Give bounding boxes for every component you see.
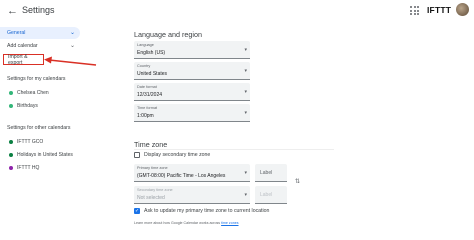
swap-icon[interactable]: ⇅ [295,178,300,185]
dropdown-arrow-icon: ▾ [244,170,247,176]
secondary-timezone-select[interactable]: Secondary time zone Not selected ▾ [134,186,250,204]
annotation-arrow-icon [44,56,97,66]
page-title: Settings [22,5,55,15]
input-placeholder: Label [260,170,273,176]
dropdown-arrow-icon: ▾ [244,89,247,95]
language-select[interactable]: Language English (US) ▾ [134,41,250,59]
checkbox-icon[interactable] [134,152,140,158]
my-calendars-heading: Settings for my calendars [7,76,66,82]
other-calendars-heading: Settings for other calendars [7,125,71,131]
dropdown-arrow-icon: ▾ [244,110,247,116]
input-placeholder: Label [260,192,273,198]
calendar-color-dot [9,91,13,95]
sidebar-item-general[interactable]: General ⌄ [0,27,80,39]
field-value: United States [137,70,168,77]
primary-timezone-select[interactable]: Primary time zone (GMT-08:00) Pacific Ti… [134,164,250,182]
calendar-color-dot [9,153,13,157]
brand-logo: IFTTT [427,5,452,15]
calendar-name: IFTTT HQ [17,165,40,171]
sidebar-item-label: Add calendar [7,43,38,49]
time-zones-link[interactable]: time zones [221,221,238,225]
learn-more-prefix: Learn more about how Google Calendar wor… [134,221,222,225]
checkbox-label: Ask to update my primary time zone to cu… [144,208,270,214]
primary-timezone-label-input[interactable]: Label [255,164,287,182]
secondary-timezone-label-input[interactable]: Label [255,186,287,204]
field-label: Primary time zone [137,166,168,170]
grid-icon[interactable] [410,6,419,15]
sidebar-item-import-export[interactable]: Import & export [3,53,44,66]
field-label: Language [137,43,154,47]
sidebar-item-label: General [7,30,26,36]
field-label: Date format [137,85,157,89]
date-format-select[interactable]: Date format 12/31/2024 ▾ [134,83,250,101]
secondary-timezone-checkbox[interactable]: Display secondary time zone [134,152,210,158]
dropdown-arrow-icon: ▾ [244,192,247,198]
time-format-select[interactable]: Time format 1:00pm ▾ [134,104,250,122]
chevron-down-icon: ⌄ [69,43,75,49]
section-title-language: Language and region [134,30,202,39]
sidebar-item-add-calendar[interactable]: Add calendar ⌄ [0,40,80,52]
field-label: Time format [137,106,158,110]
field-value: (GMT-08:00) Pacific Time - Los Angeles [137,172,226,179]
top-bar: ← Settings IFTTT [0,0,474,24]
calendar-name: IFTTT GCO [17,139,44,145]
country-select[interactable]: Country United States ▾ [134,62,250,80]
calendar-name: Holidays in United States [17,152,73,158]
calendar-color-dot [9,166,13,170]
checkbox-checked-icon[interactable]: ✓ [134,208,140,214]
checkbox-label: Display secondary time zone [144,152,211,158]
dropdown-arrow-icon: ▾ [244,68,247,74]
field-value: 1:00pm [137,112,154,119]
calendar-item[interactable]: Chelsea Chen [9,90,49,96]
learn-more-text: Learn more about how Google Calendar wor… [134,221,239,225]
calendar-item[interactable]: Holidays in United States [9,152,73,158]
chevron-down-icon: ⌄ [69,30,75,36]
field-label: Secondary time zone [137,188,173,192]
field-value: English (US) [137,49,166,56]
section-title-timezone: Time zone [134,140,168,149]
dropdown-arrow-icon: ▾ [244,47,247,53]
sidebar-item-label: Import & export [8,53,28,66]
calendar-color-dot [9,140,13,144]
field-label: Country [137,64,151,68]
ask-update-timezone-checkbox[interactable]: ✓ Ask to update my primary time zone to … [134,208,269,214]
section-divider [134,149,334,150]
field-value: Not selected [137,194,165,201]
calendar-name: Birthdays [17,103,38,109]
calendar-item[interactable]: IFTTT HQ [9,165,39,171]
calendar-name: Chelsea Chen [17,90,49,96]
arrow-left-icon[interactable]: ← [7,4,18,18]
calendar-color-dot [9,104,13,108]
calendar-item[interactable]: Birthdays [9,103,38,109]
calendar-item[interactable]: IFTTT GCO [9,139,43,145]
avatar[interactable] [456,3,469,16]
field-value: 12/31/2024 [137,91,163,98]
